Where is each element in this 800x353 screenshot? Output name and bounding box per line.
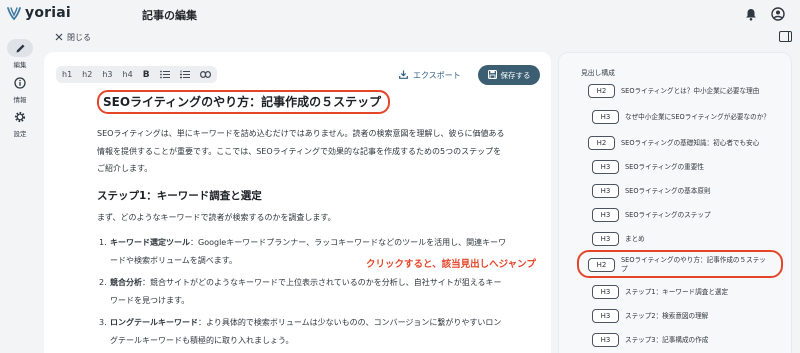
list-term: 競合分析: [110, 277, 142, 287]
sidebar-item-label: 情報: [13, 96, 27, 104]
outline-item-label: なぜ中小企業にSEOライティングが必要なのか？: [625, 112, 770, 121]
sidebar-item-label: 設定: [13, 130, 27, 138]
list-item[interactable]: 3. ロングテールキーワード：より具体的で検索ボリュームは少ないものの、コンバー…: [99, 314, 507, 350]
level-badge: H3: [592, 208, 619, 222]
close-icon: [55, 33, 63, 43]
close-link[interactable]: 閉じる: [55, 32, 91, 43]
ordered-list: 1. キーワード選定ツール：Googleキーワードプランナー、ラッコキーワードな…: [97, 234, 507, 350]
editor-card: h1 h2 h3 h4 B エクスポート 保存する SEOライティングのやり方：…: [44, 52, 551, 353]
heading-highlight: SEOライティングのやり方：記事作成の５ステップ: [97, 90, 391, 114]
outline-item-label: SEOライティングの基礎知識：初心者でも安心: [621, 138, 760, 147]
list-term: キーワード選定ツール: [110, 237, 190, 247]
bold-button[interactable]: B: [143, 70, 150, 80]
outline-item-h3[interactable]: H3 SEOライティングの重要性: [592, 158, 704, 176]
outline-item-label: ステップ1：キーワード調査と選定: [625, 287, 729, 296]
format-toolbar: h1 h2 h3 h4 B: [56, 66, 217, 83]
list-number: 2.: [99, 277, 107, 287]
article-content[interactable]: SEOライティングのやり方：記事作成の５ステップ SEOライティングは、単にキー…: [97, 90, 507, 353]
outline-highlight-ring: [577, 250, 783, 278]
bullet-list-icon[interactable]: [159, 70, 170, 79]
sidebar-item-settings[interactable]: 設定: [0, 108, 40, 138]
info-icon: [7, 74, 33, 92]
outline-item-label: SEOライティングとは？中小企業に必要な理由: [621, 86, 760, 95]
outline-item-h3[interactable]: H3 ステップ3：記事構成の作成: [592, 331, 708, 349]
article-h2[interactable]: SEOライティングのやり方：記事作成の５ステップ: [103, 93, 381, 110]
outline-item-h3[interactable]: H3 SEOライティングのステップ: [592, 206, 711, 224]
outline-item-h2[interactable]: H2 SEOライティングの基礎知識：初心者でも安心: [588, 134, 759, 152]
link-icon[interactable]: [199, 71, 211, 78]
save-icon: [487, 69, 497, 81]
level-badge: H3: [592, 184, 619, 198]
outline-item-label: SEOライティングのステップ: [625, 210, 711, 219]
page-title: 記事の編集: [142, 9, 197, 22]
outline-panel: 見出し構成 H2 SEOライティングとは？中小企業に必要な理由 H3 なぜ中小企…: [558, 52, 792, 353]
logo[interactable]: yoriai: [6, 5, 71, 21]
account-icon[interactable]: [770, 6, 786, 22]
outline-item-label: ステップ2：検索意図の理解: [625, 311, 709, 320]
level-badge: H3: [592, 285, 619, 299]
sidebar: 編集 情報 設定: [0, 28, 40, 353]
panel-toggle-icon[interactable]: [779, 31, 792, 42]
outline-item-h3[interactable]: H3 ステップ2：検索意図の理解: [592, 307, 708, 325]
list-item[interactable]: 2. 競合分析：競合サイトがどのようなキーワードで上位表示されているのかを分析し…: [99, 274, 507, 310]
level-badge: H3: [592, 232, 619, 246]
sidebar-item-label: 編集: [13, 61, 27, 69]
close-label: 閉じる: [67, 33, 91, 42]
numbered-list-icon[interactable]: [179, 70, 190, 79]
top-bar: yoriai 記事の編集: [0, 0, 800, 28]
level-badge: H2: [588, 136, 615, 150]
outline-item-label: SEOライティングの基本原則: [625, 186, 711, 195]
heading4-button[interactable]: h4: [123, 70, 133, 79]
level-badge: H2: [588, 84, 615, 98]
level-badge: H3: [592, 333, 619, 347]
outline-item-h3[interactable]: H3 ステップ1：キーワード調査と選定: [592, 283, 728, 301]
list-number: 1.: [99, 237, 107, 247]
article-h3[interactable]: ステップ1：キーワード調査と選定: [97, 188, 507, 203]
export-button[interactable]: エクスポート: [399, 70, 461, 81]
level-badge: H3: [592, 110, 619, 124]
bell-icon[interactable]: [743, 6, 759, 22]
list-number: 3.: [99, 317, 107, 327]
pencil-icon: [7, 39, 33, 57]
sidebar-item-edit[interactable]: 編集: [0, 39, 40, 69]
outline-title: 見出し構成: [581, 69, 615, 77]
outline-item-h3[interactable]: H3 SEOライティングの基本原則: [592, 182, 711, 200]
save-label: 保存する: [500, 70, 531, 80]
heading2-button[interactable]: h2: [82, 70, 92, 79]
list-text: ：競合サイトがどのようなキーワードで上位表示されているのかを分析し、自社サイトが…: [110, 277, 502, 305]
outline-item-label: ステップ3：記事構成の作成: [625, 335, 709, 344]
export-label: エクスポート: [413, 71, 461, 80]
outline-item-h3[interactable]: H3 まとめ: [592, 230, 645, 248]
heading3-button[interactable]: h3: [102, 70, 112, 79]
level-badge: H3: [592, 309, 619, 323]
outline-item-label: まとめ: [625, 234, 645, 243]
save-button[interactable]: 保存する: [478, 65, 540, 85]
logo-mark-icon: [6, 5, 22, 21]
outline-item-label: SEOライティングの重要性: [625, 162, 704, 171]
outline-item-h3[interactable]: H3 なぜ中小企業にSEOライティングが必要なのか？: [592, 108, 787, 126]
annotation-callout: クリックすると、該当見出しへジャンプ: [366, 259, 536, 270]
list-term: ロングテールキーワード: [110, 317, 198, 327]
intro-paragraph[interactable]: SEOライティングは、単にキーワードを詰め込むだけではありません。読者の検索意図…: [97, 125, 507, 178]
heading1-button[interactable]: h1: [62, 70, 72, 79]
level-badge: H3: [592, 160, 619, 174]
lead-paragraph[interactable]: まず、どのようなキーワードで読者が検索するのかを調査します。: [97, 212, 507, 223]
download-icon: [399, 70, 408, 81]
sidebar-item-info[interactable]: 情報: [0, 74, 40, 104]
logo-text: yoriai: [25, 5, 71, 21]
gear-icon: [7, 108, 33, 126]
outline-item-h2[interactable]: H2 SEOライティングとは？中小企業に必要な理由: [588, 82, 759, 100]
